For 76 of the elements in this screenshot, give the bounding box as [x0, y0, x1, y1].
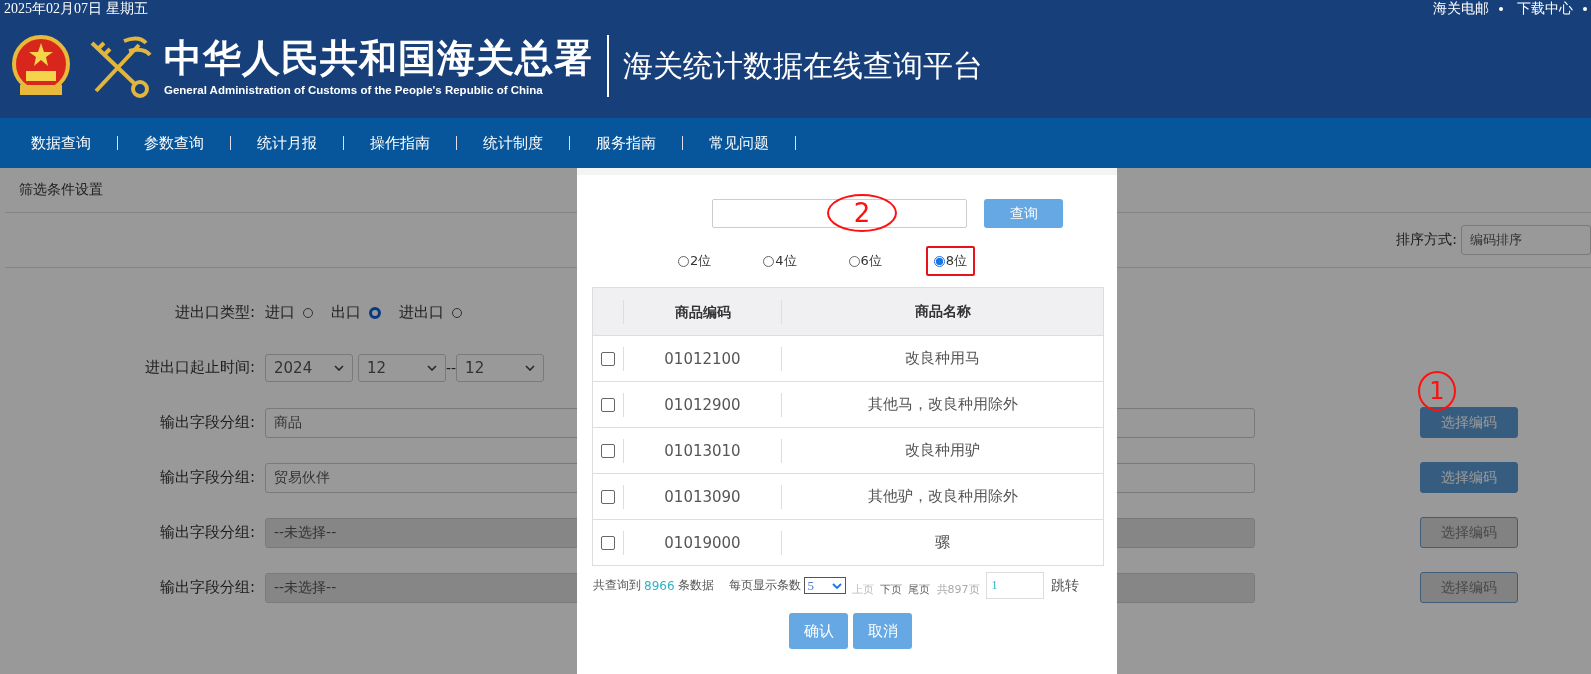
- search-button[interactable]: 查询: [984, 199, 1063, 228]
- sort-select[interactable]: 编码排序: [1461, 225, 1591, 255]
- table-cell: 01013010: [664, 441, 741, 460]
- row-checkbox[interactable]: [601, 397, 615, 412]
- select-code-button[interactable]: 选择编码: [1420, 407, 1518, 438]
- total-label: 条数据: [677, 577, 714, 594]
- radio-label: 进口: [265, 303, 295, 322]
- select-code-button[interactable]: 选择编码: [1420, 462, 1518, 493]
- total-label: 共查询到: [593, 577, 641, 594]
- radio-label: 6位: [860, 252, 882, 270]
- field-label: 进出口类型:: [173, 303, 255, 322]
- table-cell: 改良种用马: [905, 349, 980, 367]
- annotation-mark: 1: [1418, 371, 1456, 411]
- radio-label: 4位: [775, 252, 797, 270]
- total-count: 8966: [644, 578, 675, 593]
- row-checkbox[interactable]: [601, 443, 615, 458]
- page-input[interactable]: 1: [985, 572, 1044, 599]
- nav-link[interactable]: 统计月报: [257, 133, 317, 153]
- row-checkbox[interactable]: [601, 535, 615, 550]
- table-cell: 改良种用驴: [905, 441, 980, 459]
- field-label: 输出字段分组:: [158, 578, 255, 597]
- nav-link[interactable]: 服务指南: [596, 133, 656, 153]
- panel-title: 筛选条件设置: [19, 181, 103, 199]
- sort-label: 排序方式:: [1396, 231, 1457, 249]
- radio-label: 出口: [331, 303, 361, 322]
- column-header: 商品名称: [914, 302, 971, 319]
- per-page-select[interactable]: 5: [803, 577, 846, 594]
- table-cell: 01012100: [664, 349, 741, 368]
- nav-link[interactable]: 参数查询: [144, 133, 204, 153]
- field-label: 输出字段分组:: [158, 468, 255, 487]
- jump-link[interactable]: 跳转: [1050, 576, 1079, 595]
- header-link[interactable]: 下载中心: [1517, 0, 1573, 18]
- radio-label: 进出口: [399, 303, 444, 322]
- agency-title: 中华人民共和国海关总署: [164, 36, 593, 80]
- page-link[interactable]: 尾页: [907, 582, 930, 597]
- radio-button[interactable]: [369, 306, 381, 319]
- page-count: 共897页: [936, 582, 980, 597]
- table-cell: 01019000: [664, 533, 741, 552]
- range-separator: --: [446, 359, 457, 376]
- table-cell: 01012900: [664, 395, 741, 414]
- nav-link[interactable]: 数据查询: [31, 133, 91, 153]
- table-cell: 01013090: [664, 487, 741, 506]
- chevron-icon: [831, 582, 842, 589]
- row-checkbox[interactable]: [601, 351, 615, 366]
- field-label: 输出字段分组:: [158, 523, 255, 542]
- annotation-mark: 2: [827, 194, 897, 232]
- table-cell: 其他驴，改良种用除外: [867, 487, 1018, 505]
- dialog-button[interactable]: 确认: [789, 613, 848, 649]
- field-label: 输出字段分组:: [158, 413, 255, 432]
- radio-button[interactable]: [933, 255, 945, 267]
- table-cell: 骡: [935, 533, 950, 551]
- month-select[interactable]: 12: [456, 353, 545, 382]
- radio-label: 2位: [690, 252, 712, 270]
- search-field[interactable]: [712, 199, 967, 228]
- dialog-button[interactable]: 取消: [853, 613, 912, 649]
- platform-title: 海关统计数据在线查询平台: [623, 46, 983, 85]
- chevron-icon: [525, 364, 536, 371]
- per-page-label: 每页显示条数: [728, 577, 801, 594]
- header-link[interactable]: 海关电邮: [1433, 0, 1489, 18]
- row-checkbox[interactable]: [601, 489, 615, 504]
- nav-link[interactable]: 常见问题: [709, 133, 769, 153]
- bullet-icon: [1583, 7, 1587, 11]
- radio-label: 8位: [945, 252, 968, 270]
- page-link[interactable]: 下页: [879, 582, 902, 597]
- chevron-icon: [427, 364, 437, 371]
- year-select[interactable]: 2024: [265, 353, 353, 382]
- date-text: 2025年02月07日 星期五: [3, 0, 148, 18]
- bullet-icon: [1499, 7, 1503, 11]
- month-select[interactable]: 12: [358, 353, 446, 382]
- table-cell: 其他马，改良种用除外: [867, 395, 1018, 413]
- chevron-icon: [334, 364, 344, 371]
- agency-subtitle: General Administration of Customs of the People's Republic of China: [164, 84, 544, 96]
- nav-link[interactable]: 操作指南: [370, 133, 430, 153]
- field-label: 进出口起止时间:: [143, 358, 255, 377]
- nav-link[interactable]: 统计制度: [483, 133, 543, 153]
- column-header: 商品编码: [674, 303, 731, 320]
